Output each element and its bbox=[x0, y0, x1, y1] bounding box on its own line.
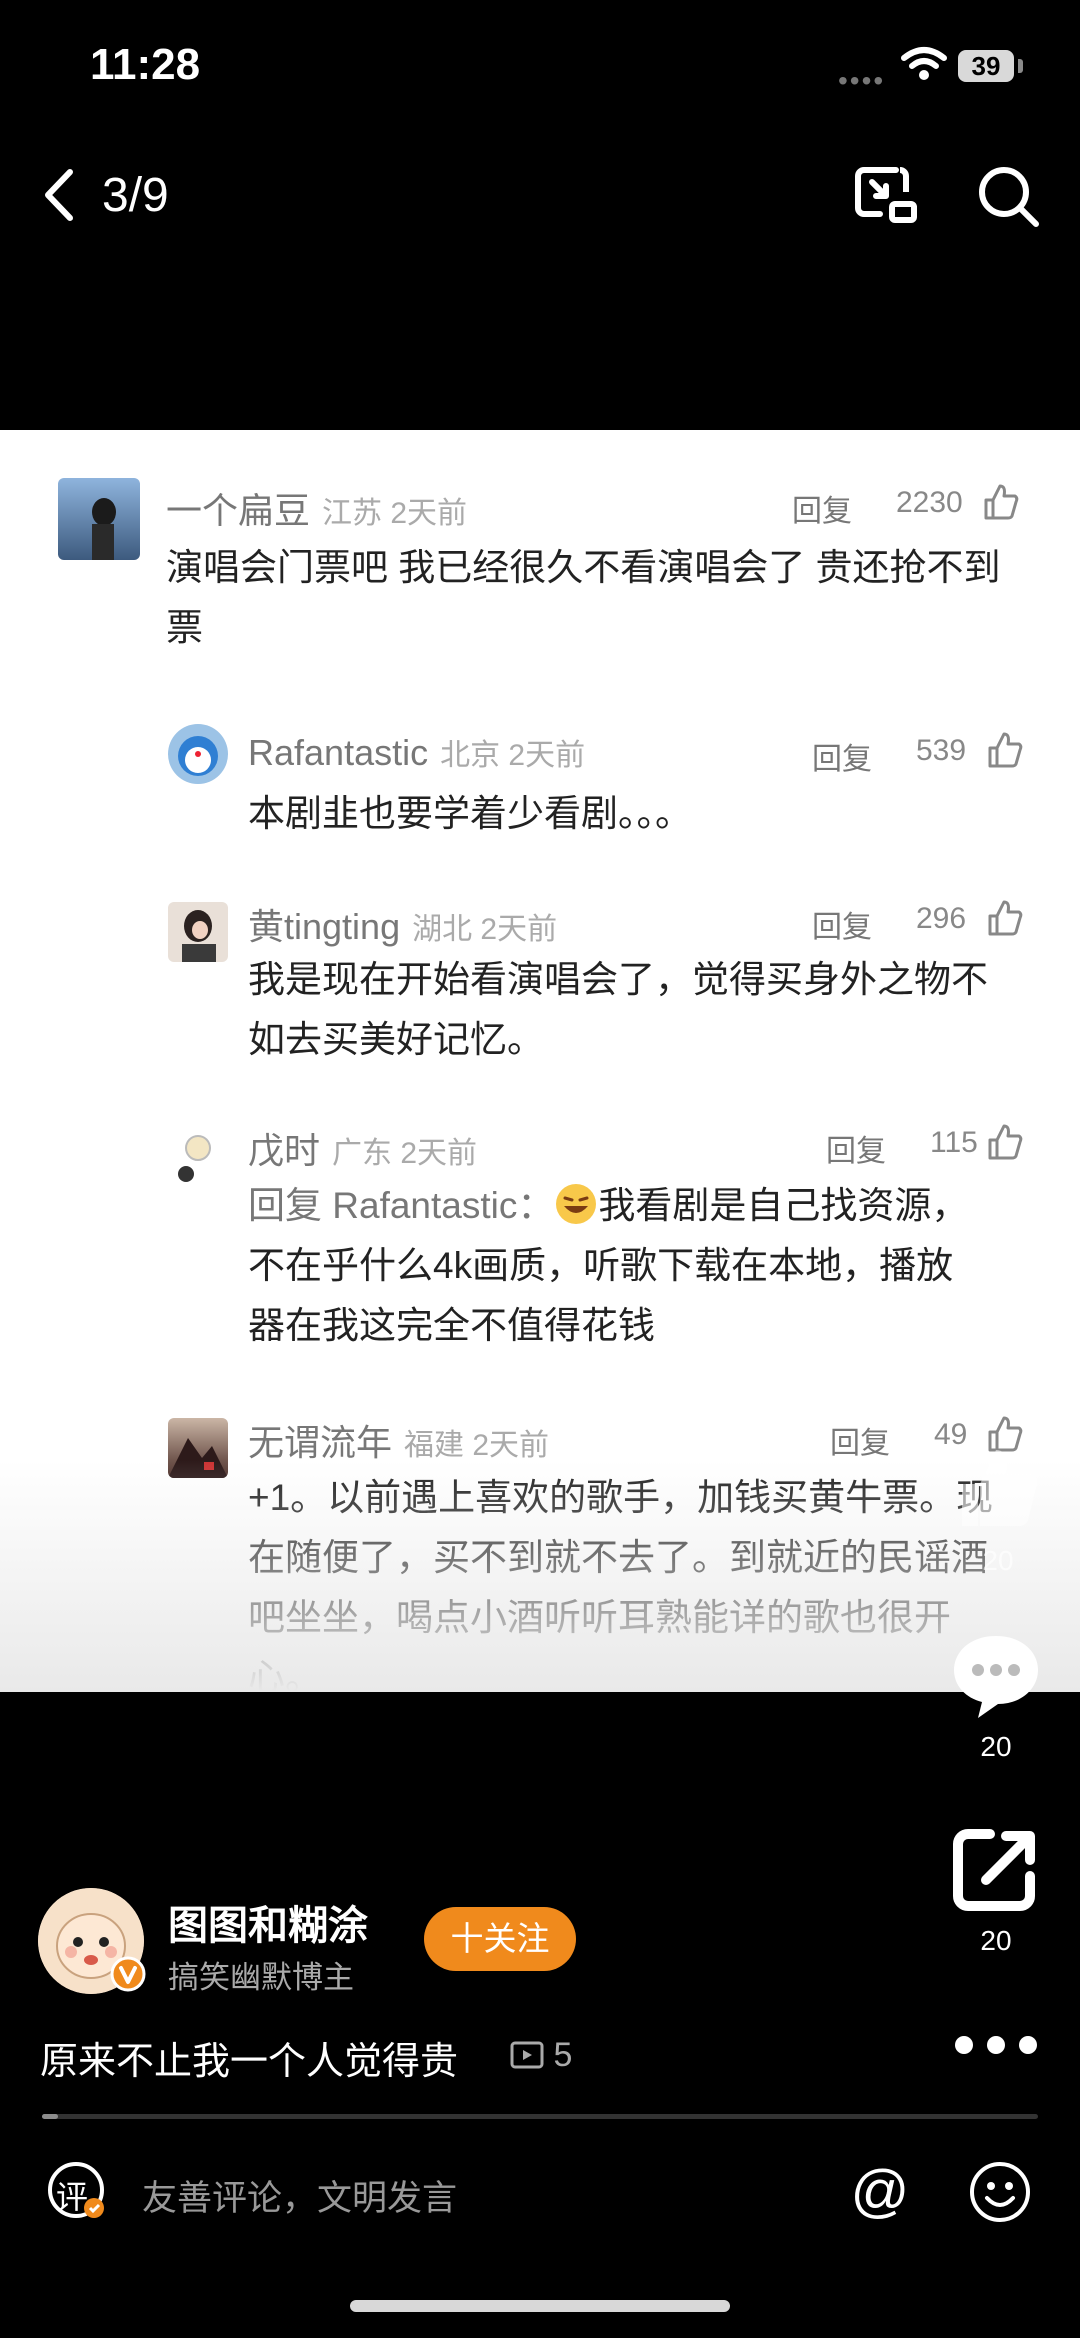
like-count: 539 bbox=[916, 734, 967, 767]
comment-location-time: 湖北 2天前 bbox=[412, 913, 558, 946]
reply-button[interactable]: 回复 bbox=[812, 734, 872, 778]
post-image[interactable]: 一个扁豆 江苏 2天前 回复 2230 演唱会门票吧 我已经很久不看演唱会了 贵还… bbox=[0, 430, 1080, 1692]
comment-text: 本剧韭也要学着少看剧。。。 bbox=[248, 793, 692, 834]
comment-text: +1。以前遇上喜欢的歌手，加钱买黄牛票。现在随便了，买不到就不去了。到就近的民谣… bbox=[248, 1477, 994, 1692]
thumbs-up-icon[interactable] bbox=[984, 730, 1024, 770]
progress-fill bbox=[42, 2114, 58, 2119]
image-count-value: 5 bbox=[553, 2036, 573, 2074]
user-avatar[interactable] bbox=[172, 1128, 224, 1188]
post-caption: 原来不止我一个人觉得贵 bbox=[40, 2041, 459, 2083]
status-bar: 11:28 •••• 39 bbox=[0, 0, 1080, 130]
comment-item: Rafantastic 北京 2天前 回复 539 本剧韭也要学着少看剧。。。 bbox=[0, 680, 1080, 850]
share-action[interactable]: 20 bbox=[946, 1824, 1046, 1957]
author-description: 搞笑幽默博主 bbox=[168, 1960, 354, 1995]
avatar-figure bbox=[168, 1438, 228, 1478]
progress-bar[interactable] bbox=[42, 2114, 1038, 2119]
comment-username[interactable]: 无谓流年 bbox=[248, 1422, 392, 1463]
comment-username[interactable]: 黄tingting bbox=[248, 906, 400, 947]
share-count: 20 bbox=[980, 1925, 1012, 1956]
thumbs-up-icon[interactable] bbox=[980, 482, 1020, 522]
reply-button[interactable]: 回复 bbox=[812, 902, 872, 946]
comment-text: 回复 Rafantastic： 我看剧是自己找资源，不在乎什么4k画质，听歌下载在… bbox=[248, 1176, 988, 1356]
comment-username[interactable]: Rafantastic bbox=[248, 732, 428, 773]
comment-meta: 黄tingting 湖北 2天前 bbox=[248, 898, 557, 950]
user-avatar[interactable] bbox=[168, 724, 228, 784]
comment-location-time: 福建 2天前 bbox=[404, 1429, 550, 1462]
search-icon[interactable] bbox=[972, 160, 1044, 232]
thumbs-up-icon[interactable] bbox=[984, 1122, 1024, 1162]
at-icon: @ bbox=[850, 2159, 910, 2224]
user-avatar[interactable] bbox=[168, 1418, 228, 1478]
reply-button[interactable]: 回复 bbox=[826, 1126, 886, 1170]
comment-icon-label: 评 bbox=[56, 2179, 89, 2215]
avatar-figure bbox=[178, 736, 218, 776]
comment-location-time: 广东 2天前 bbox=[332, 1137, 478, 1170]
comment-count: 20 bbox=[980, 1731, 1012, 1762]
battery-tip bbox=[1018, 59, 1023, 73]
top-nav: 3/9 bbox=[0, 140, 1080, 250]
comment-location-time: 江苏 2天前 bbox=[322, 497, 468, 530]
follow-button[interactable]: 十关注 bbox=[424, 1907, 576, 1971]
comment-bubble-icon bbox=[954, 1636, 1038, 1718]
author-name[interactable]: 图图和糊涂 bbox=[168, 1893, 368, 1951]
comment-username[interactable]: 戊时 bbox=[248, 1130, 320, 1171]
comment-item: 黄tingting 湖北 2天前 回复 296 我是现在开始看演唱会了，觉得买身外… bbox=[0, 850, 1080, 1080]
wifi-icon bbox=[901, 47, 947, 80]
like-count: 115 bbox=[930, 1126, 978, 1159]
cellular-signal-icon: •••• bbox=[838, 65, 886, 96]
home-indicator bbox=[350, 2300, 730, 2312]
verified-badge-icon bbox=[110, 1956, 146, 1992]
status-time: 11:28 bbox=[90, 40, 201, 89]
like-count: 296 bbox=[916, 902, 967, 935]
comment-item: 一个扁豆 江苏 2天前 回复 2230 演唱会门票吧 我已经很久不看演唱会了 贵还… bbox=[0, 430, 1080, 680]
comment-item: 无谓流年 福建 2天前 回复 49 +1。以前遇上喜欢的歌手，加钱买黄牛票。现在随… bbox=[0, 1370, 1080, 1692]
comment-username[interactable]: 一个扁豆 bbox=[166, 490, 310, 531]
comment-action[interactable]: 20 bbox=[946, 1630, 1046, 1763]
share-icon bbox=[953, 1829, 1035, 1911]
more-action[interactable] bbox=[946, 2030, 1046, 2065]
user-avatar[interactable] bbox=[58, 478, 140, 560]
comment-text: 我是现在开始看演唱会了，觉得买身外之物不如去买美好记忆。 bbox=[248, 959, 988, 1060]
reply-to-prefix: 回复 Rafantastic： bbox=[248, 1185, 555, 1226]
image-play-icon bbox=[510, 2041, 544, 2069]
user-avatar[interactable] bbox=[168, 902, 228, 962]
cast-screen-icon[interactable] bbox=[850, 160, 922, 232]
comment-meta: 一个扁豆 江苏 2天前 bbox=[166, 482, 467, 534]
comment-location-time: 北京 2天前 bbox=[440, 739, 586, 772]
comment-meta: Rafantastic 北京 2天前 bbox=[248, 730, 585, 774]
back-chevron-icon[interactable] bbox=[30, 160, 90, 230]
like-count: 20 bbox=[982, 1545, 1014, 1576]
like-count: 2230 bbox=[896, 486, 963, 519]
thumbs-up-icon[interactable] bbox=[984, 898, 1024, 938]
image-count: 5 bbox=[510, 2036, 572, 2075]
comment-text: 演唱会门票吧 我已经很久不看演唱会了 贵还抢不到票 bbox=[166, 547, 1001, 648]
avatar-figure bbox=[182, 910, 216, 962]
avatar-figure bbox=[92, 498, 116, 560]
avatar-figure bbox=[178, 1135, 211, 1182]
reply-button[interactable]: 回复 bbox=[792, 486, 852, 530]
comment-meta: 无谓流年 福建 2天前 bbox=[248, 1414, 549, 1466]
battery-icon: 39 bbox=[958, 50, 1014, 82]
reply-button[interactable]: 回复 bbox=[830, 1418, 890, 1462]
mention-button[interactable]: @ bbox=[848, 2160, 912, 2224]
more-dots-icon bbox=[955, 2036, 1037, 2054]
comment-item: 戊时 广东 2天前 回复 115 回复 Rafantastic： 我看剧是自己找资源… bbox=[0, 1080, 1080, 1370]
emoji-icon[interactable] bbox=[968, 2160, 1032, 2224]
comment-icon[interactable]: 评 bbox=[46, 2160, 108, 2222]
like-action[interactable]: 20 bbox=[948, 1440, 1048, 1577]
page-counter: 3/9 bbox=[102, 169, 169, 222]
thumbs-up-icon bbox=[962, 1450, 1038, 1526]
comment-input[interactable]: 友善评论，文明发言 bbox=[142, 2170, 782, 2220]
laughing-emoji-icon bbox=[556, 1184, 597, 1224]
comment-meta: 戊时 广东 2天前 bbox=[248, 1122, 477, 1174]
